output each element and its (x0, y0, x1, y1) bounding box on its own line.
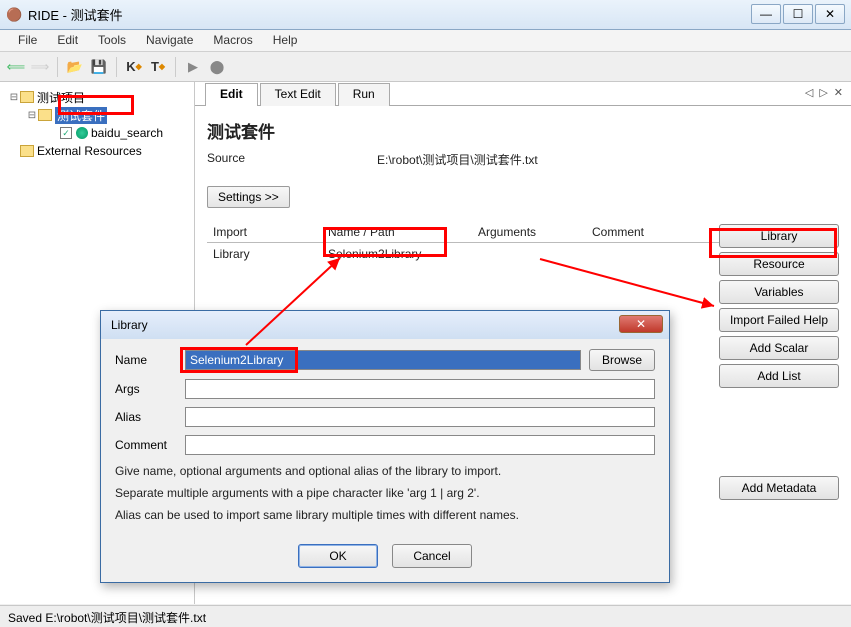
ok-button[interactable]: OK (298, 544, 378, 568)
stop-icon[interactable]: ⬤ (207, 57, 227, 77)
app-icon: 🟤 (6, 7, 22, 23)
tabs: Edit Text Edit Run ◁ ▷ ✕ (195, 82, 851, 106)
statusbar: Saved E:\robot\测试项目\测试套件.txt (0, 605, 851, 627)
checkbox-icon[interactable]: ✓ (60, 127, 72, 139)
dlg-hint1: Give name, optional arguments and option… (115, 463, 655, 479)
tab-close-icon[interactable]: ✕ (834, 86, 843, 99)
header-comment: Comment (586, 222, 706, 242)
tree-external[interactable]: External Resources (4, 142, 190, 160)
page-title: 测试套件 (207, 118, 839, 143)
source-path: E:\robot\测试项目\测试套件.txt (377, 151, 538, 168)
add-scalar-button[interactable]: Add Scalar (719, 336, 839, 360)
library-dialog: Library ✕ Name Browse Args Alias Comment… (100, 310, 670, 583)
dlg-alias-label: Alias (115, 410, 185, 424)
test-icon[interactable]: T◆ (148, 57, 168, 77)
save-icon[interactable]: 💾 (89, 57, 109, 77)
library-button[interactable]: Library (719, 224, 839, 248)
tree-root[interactable]: ⊟ 测试项目 (4, 88, 190, 106)
add-metadata-button[interactable]: Add Metadata (719, 476, 839, 500)
minimize-button[interactable]: — (751, 4, 781, 24)
cancel-button[interactable]: Cancel (392, 544, 472, 568)
menu-edit[interactable]: Edit (47, 30, 88, 51)
keyword-icon[interactable]: K◆ (124, 57, 144, 77)
open-icon[interactable]: 📂 (65, 57, 85, 77)
dlg-name-label: Name (115, 353, 185, 367)
dialog-title: Library (111, 318, 148, 332)
dlg-name-input[interactable] (185, 350, 581, 370)
dialog-close-button[interactable]: ✕ (619, 315, 663, 333)
resource-button[interactable]: Resource (719, 252, 839, 276)
dialog-titlebar[interactable]: Library ✕ (101, 311, 669, 339)
header-args: Arguments (472, 222, 586, 242)
cell-import: Library (213, 247, 328, 261)
menu-file[interactable]: File (8, 30, 47, 51)
menu-macros[interactable]: Macros (203, 30, 262, 51)
window-titlebar: 🟤 RIDE - 测试套件 — ☐ ✕ (0, 0, 851, 30)
dlg-args-input[interactable] (185, 379, 655, 399)
tab-edit[interactable]: Edit (205, 83, 258, 106)
source-label: Source (207, 151, 377, 168)
dlg-comment-input[interactable] (185, 435, 655, 455)
tab-textedit[interactable]: Text Edit (260, 83, 336, 106)
browse-button[interactable]: Browse (589, 349, 655, 371)
run-icon[interactable]: ▶ (183, 57, 203, 77)
menu-help[interactable]: Help (263, 30, 308, 51)
menu-navigate[interactable]: Navigate (136, 30, 203, 51)
dlg-comment-label: Comment (115, 438, 185, 452)
tab-next-icon[interactable]: ▷ (819, 86, 827, 99)
header-name: Name / Path (322, 222, 472, 242)
variables-button[interactable]: Variables (719, 280, 839, 304)
back-icon[interactable]: ⟸ (6, 57, 26, 77)
maximize-button[interactable]: ☐ (783, 4, 813, 24)
header-import: Import (207, 222, 322, 242)
tab-prev-icon[interactable]: ◁ (805, 86, 813, 99)
settings-button[interactable]: Settings >> (207, 186, 290, 208)
dlg-args-label: Args (115, 382, 185, 396)
dlg-alias-input[interactable] (185, 407, 655, 427)
import-failed-button[interactable]: Import Failed Help (719, 308, 839, 332)
add-list-button[interactable]: Add List (719, 364, 839, 388)
tree-test[interactable]: ✓ baidu_search (4, 124, 190, 142)
tab-run[interactable]: Run (338, 83, 390, 106)
globe-icon (76, 127, 88, 139)
dlg-hint2: Separate multiple arguments with a pipe … (115, 485, 655, 501)
menu-tools[interactable]: Tools (88, 30, 136, 51)
window-title: RIDE - 测试套件 (28, 5, 123, 24)
menubar: File Edit Tools Navigate Macros Help (0, 30, 851, 52)
dlg-hint3: Alias can be used to import same library… (115, 507, 655, 523)
close-button[interactable]: ✕ (815, 4, 845, 24)
forward-icon[interactable]: ⟹ (30, 57, 50, 77)
toolbar: ⟸ ⟹ 📂 💾 K◆ T◆ ▶ ⬤ (0, 52, 851, 82)
tree-suite[interactable]: ⊟ 测试套件 (4, 106, 190, 124)
cell-name: Selenium2Library (328, 247, 478, 261)
